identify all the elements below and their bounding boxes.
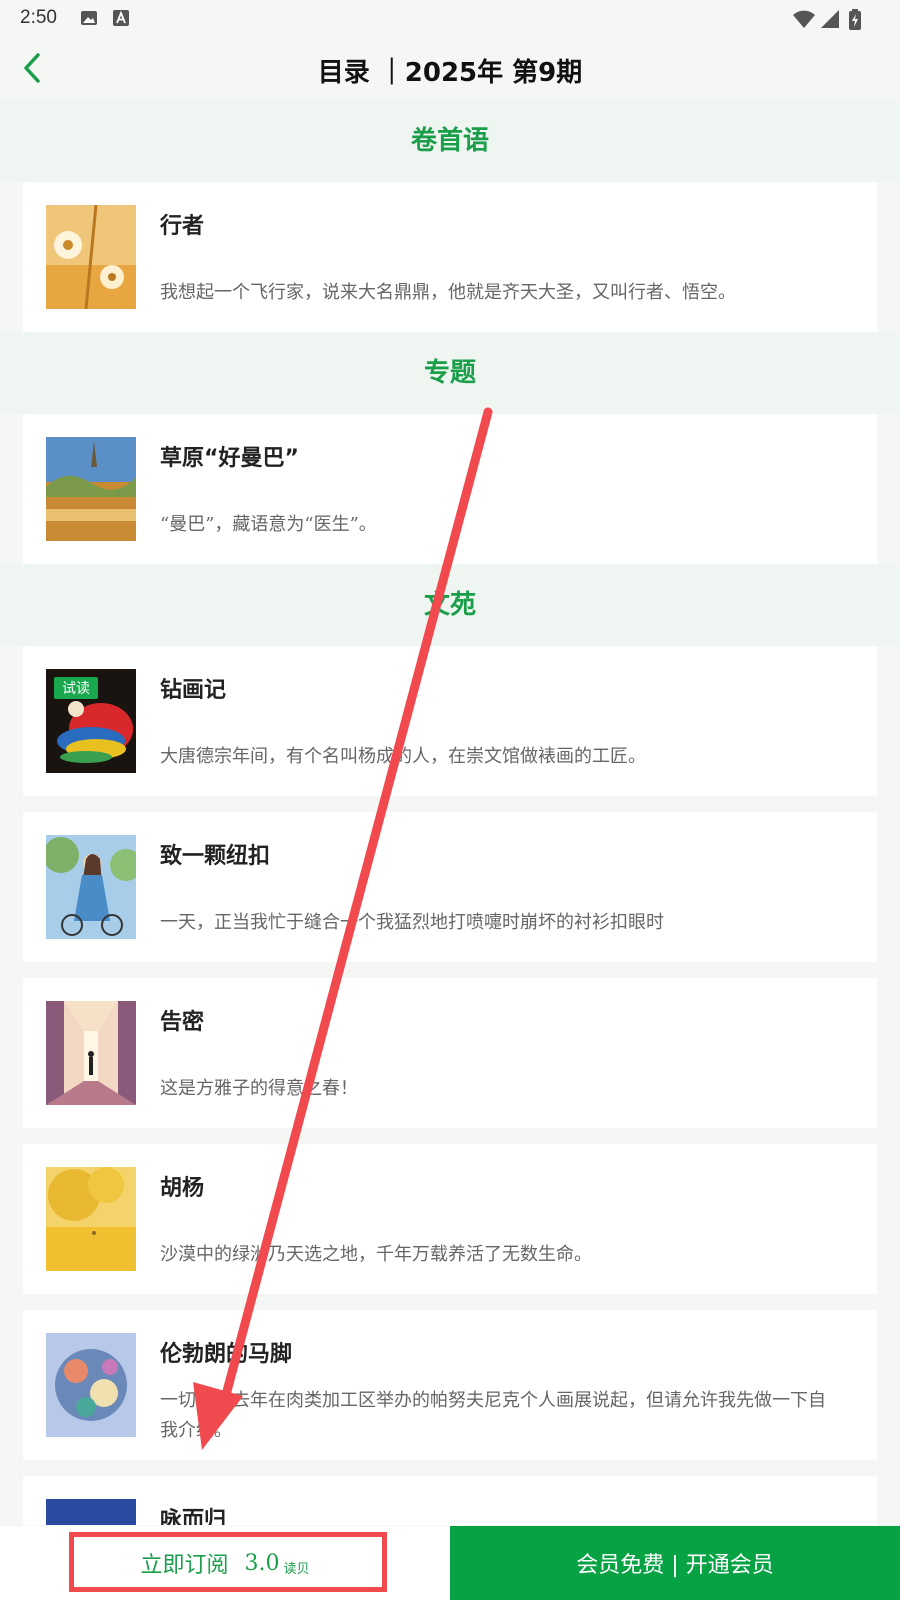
bottom-action-bar: 立即订阅 3.0 读贝 会员免费 | 开通会员 [0,1526,900,1600]
article-thumbnail [46,437,136,541]
article-title: 草原“好曼巴” [160,446,299,471]
article-title: 伦勃朗的马脚 [160,1342,293,1367]
toc-list[interactable]: 卷首语 行者 我想起一个飞行家，说来大名鼎鼎，他就是齐天大圣，又叫行者、悟空。 … [0,100,900,1525]
status-time: 2:50 [20,7,57,28]
list-item[interactable]: 行者 我想起一个飞行家，说来大名鼎鼎，他就是齐天大圣，又叫行者、悟空。 [23,182,877,332]
article-summary: 沙漠中的绿洲乃天选之地，千年万载养活了无数生命。 [160,1244,592,1265]
article-title: 咏而归 [160,1508,227,1525]
article-summary: 一天，正当我忙于缝合一个我猛烈地打喷嚏时崩坏的衬衫扣眼时 [160,912,664,933]
article-thumbnail: 试读 [46,669,136,773]
article-summary: 一切要从去年在肉类加工区举办的帕努夫尼克个人画展说起，但请允许我先做一下自我介绍… [160,1390,826,1441]
list-item[interactable]: 伦勃朗的马脚 一切要从去年在肉类加工区举办的帕努夫尼克个人画展说起，但请允许我先… [23,1310,877,1460]
list-item[interactable]: 试读 钻画记 大唐德宗年间，有个名叫杨成的人，在崇文馆做裱画的工匠。 [23,646,877,796]
member-button[interactable]: 会员免费 | 开通会员 [450,1526,900,1600]
article-summary: 大唐德宗年间，有个名叫杨成的人，在崇文馆做裱画的工匠。 [160,746,646,767]
article-title: 告密 [160,1010,205,1035]
article-summary: 这是方雅子的得意之春！ [160,1078,358,1099]
section-heading: 专题 [0,332,900,414]
article-thumbnail [46,205,136,309]
article-title: 行者 [160,214,205,239]
list-item[interactable]: 胡杨 沙漠中的绿洲乃天选之地，千年万载养活了无数生命。 [23,1144,877,1294]
list-item[interactable]: 草原“好曼巴” “曼巴”，藏语意为“医生”。 [23,414,877,564]
article-thumbnail [46,835,136,939]
article-thumbnail [46,1333,136,1437]
article-summary: 我想起一个飞行家，说来大名鼎鼎，他就是齐天大圣，又叫行者、悟空。 [160,282,736,303]
list-item[interactable]: 致一颗纽扣 一天，正当我忙于缝合一个我猛烈地打喷嚏时崩坏的衬衫扣眼时 [23,812,877,962]
trial-badge: 试读 [54,677,98,699]
article-thumbnail [46,1167,136,1271]
wifi-icon [792,9,816,33]
page-title: 目录 ｜2025年 第9期 [317,58,583,88]
signal-icon [820,9,840,33]
section-heading: 文苑 [0,564,900,646]
article-title: 胡杨 [160,1176,205,1201]
battery-icon [848,9,862,35]
article-title: 致一颗纽扣 [160,844,271,869]
article-summary: “曼巴”，藏语意为“医生”。 [160,514,377,535]
list-item[interactable]: 咏而归 [23,1476,877,1525]
article-title: 钻画记 [160,678,227,703]
header: 目录 ｜2025年 第9期 [0,36,900,100]
annotation-highlight-box [69,1532,387,1592]
article-thumbnail [46,1001,136,1105]
list-item[interactable]: 告密 这是方雅子的得意之春！ [23,978,877,1128]
section-heading: 卷首语 [0,100,900,182]
article-thumbnail [46,1499,136,1525]
status-bar: 2:50 [0,0,900,36]
image-icon [80,9,98,31]
text-icon [112,9,130,31]
